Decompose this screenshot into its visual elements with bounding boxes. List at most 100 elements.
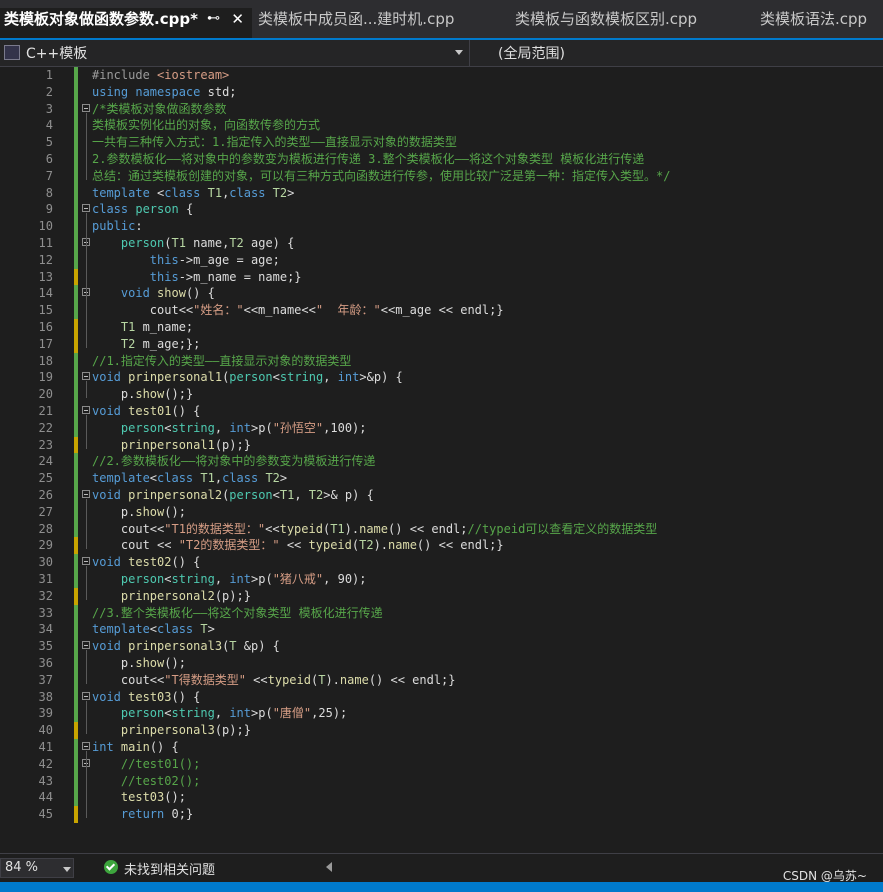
- change-marker: [74, 587, 78, 605]
- code-line[interactable]: 16 T1 m_name;: [0, 319, 883, 336]
- code-line[interactable]: 45 return 0;}: [0, 806, 883, 824]
- line-number: 3: [45, 101, 53, 116]
- code-text: //3.整个类模板化——将这个对象类型 模板化进行传递: [92, 605, 383, 620]
- code-line[interactable]: 44 test03();: [0, 789, 883, 807]
- code-line[interactable]: 4 类模板实例化出的对象，向函数传参的方式: [0, 117, 883, 135]
- fold-guide: [86, 381, 87, 399]
- code-line[interactable]: 14 void show() {: [0, 285, 883, 303]
- code-line[interactable]: 8 template <class T1,class T2>: [0, 184, 883, 202]
- code-line[interactable]: 15 cout<<"姓名："<<m_name<<" 年龄："<<m_age <<…: [0, 302, 883, 320]
- project-dropdown[interactable]: C++模板: [0, 40, 470, 66]
- line-number: 5: [45, 135, 53, 150]
- code-line[interactable]: 20 p.show();}: [0, 386, 883, 404]
- line-number: 44: [38, 790, 53, 805]
- code-line[interactable]: 11 person(T1 name,T2 age) {: [0, 235, 883, 252]
- code-text: class person {: [92, 202, 194, 217]
- fold-toggle-icon[interactable]: [82, 204, 90, 213]
- code-line[interactable]: 36 p.show();: [0, 655, 883, 672]
- code-text: prinpersonal1(p);}: [120, 437, 251, 452]
- code-line[interactable]: 43 //test02();: [0, 772, 883, 790]
- pin-icon[interactable]: ⊷: [207, 8, 220, 30]
- code-line[interactable]: 26 void prinpersonal2(person<T1, T2>& p) …: [0, 487, 883, 504]
- code-line[interactable]: 6 2.参数模板化——将对象中的参数变为模板进行传递 3.整个类模板化——将这个对…: [0, 151, 883, 168]
- code-line[interactable]: 22 person<string, int>p("孙悟空",100);: [0, 419, 883, 437]
- code-text: //2.参数模板化——将对象中的参数变为模板进行传递: [92, 454, 376, 469]
- code-line[interactable]: 32 prinpersonal2(p);}: [0, 587, 883, 605]
- fold-toggle-icon[interactable]: [82, 372, 90, 381]
- code-line[interactable]: 12 this->m_age = age;: [0, 251, 883, 269]
- close-icon[interactable]: ✕: [231, 8, 244, 30]
- code-editor[interactable]: 1 #include <iostream> 2 using namespace std…: [0, 67, 883, 853]
- change-marker: [74, 235, 78, 252]
- fold-toggle-icon[interactable]: [82, 742, 90, 750]
- tab-file-3[interactable]: 类模板与函数模板区别.cpp: [515, 8, 745, 38]
- fold-toggle-icon[interactable]: [82, 406, 90, 414]
- code-line[interactable]: 27 p.show();: [0, 503, 883, 521]
- fold-toggle-icon[interactable]: [82, 490, 90, 498]
- line-number: 30: [38, 555, 53, 570]
- zoom-dropdown[interactable]: 84 %: [0, 858, 74, 878]
- fold-toggle-icon[interactable]: [82, 641, 90, 650]
- code-line[interactable]: 17 T2 m_age;};: [0, 335, 883, 353]
- code-line[interactable]: 19 void prinpersonal1(person<string, int>…: [0, 369, 883, 387]
- code-line[interactable]: 35 void prinpersonal3(T &p) {: [0, 638, 883, 656]
- tab-file-4[interactable]: 类模板语法.cpp: [760, 8, 883, 38]
- code-line[interactable]: 38 void test03() {: [0, 688, 883, 706]
- code-line[interactable]: 5 一共有三种传入方式：1.指定传入的类型——直接显示对象的数据类型: [0, 134, 883, 152]
- code-line[interactable]: 28 cout<<"T1的数据类型："<<typeid(T1).name() <…: [0, 520, 883, 538]
- code-text: p.show();}: [92, 387, 194, 402]
- code-line[interactable]: 10 public:: [0, 218, 883, 236]
- code-text: void test02() {: [92, 555, 201, 570]
- code-line[interactable]: 18 //1.指定传入的类型——直接显示对象的数据类型: [0, 352, 883, 370]
- scroll-left-icon[interactable]: [326, 862, 332, 872]
- line-number: 39: [38, 706, 53, 721]
- change-marker: [74, 621, 78, 639]
- change-marker: [74, 67, 78, 84]
- code-line[interactable]: 40 prinpersonal3(p);}: [0, 722, 883, 740]
- code-line[interactable]: 23 prinpersonal1(p);}: [0, 436, 883, 454]
- code-line[interactable]: 3 /*类模板对象做函数参数: [0, 100, 883, 118]
- line-number: 29: [38, 538, 53, 553]
- change-marker: [74, 655, 78, 672]
- code-line[interactable]: 25 template<class T1,class T2>: [0, 470, 883, 488]
- fold-guide: [86, 700, 87, 735]
- change-marker: [74, 671, 78, 689]
- line-number: 18: [38, 353, 53, 368]
- code-text: cout<<"姓名："<<m_name<<" 年龄："<<m_age << en…: [92, 303, 504, 318]
- code-line[interactable]: 33 //3.整个类模板化——将这个对象类型 模板化进行传递: [0, 604, 883, 622]
- chevron-down-icon[interactable]: [455, 50, 463, 55]
- code-line[interactable]: 7 总结：通过类模板创建的对象，可以有三种方式向函数进行传参，使用比较广泛是第一种…: [0, 167, 883, 185]
- line-number: 19: [38, 370, 53, 385]
- code-line[interactable]: 30 void test02() {: [0, 554, 883, 572]
- line-number: 16: [38, 320, 53, 334]
- code-line[interactable]: 24 //2.参数模板化——将对象中的参数变为模板进行传递: [0, 453, 883, 471]
- change-marker: [74, 537, 78, 555]
- line-number: 22: [38, 420, 53, 435]
- status-bar: 84 % 未找到相关问题 CSDN @乌苏~: [0, 853, 883, 883]
- code-line[interactable]: 37 cout<<"T得数据类型" <<typeid(T).name() << …: [0, 671, 883, 689]
- line-number: 35: [38, 639, 53, 654]
- code-line[interactable]: 31 person<string, int>p("猪八戒", 90);: [0, 571, 883, 588]
- line-number: 14: [38, 286, 53, 301]
- code-line[interactable]: 29 cout << "T2的数据类型：" << typeid(T2).name…: [0, 537, 883, 555]
- line-number: 24: [38, 454, 53, 469]
- code-line[interactable]: 1 #include <iostream>: [0, 67, 883, 84]
- change-marker: [74, 571, 78, 588]
- code-line[interactable]: 9 class person {: [0, 201, 883, 219]
- tab-active-file[interactable]: 类模板对象做函数参数.cpp* ⊷ ✕: [0, 8, 252, 38]
- fold-toggle-icon[interactable]: [82, 691, 90, 700]
- code-line[interactable]: 21 void test01() {: [0, 403, 883, 420]
- code-line[interactable]: 2 using namespace std;: [0, 83, 883, 101]
- code-line[interactable]: 34 template<class T>: [0, 621, 883, 639]
- change-marker: [74, 554, 78, 572]
- code-text: prinpersonal2(p);}: [120, 588, 251, 603]
- fold-toggle-icon[interactable]: [82, 557, 90, 566]
- code-line[interactable]: 39 person<string, int>p("唐僧",25);: [0, 705, 883, 723]
- tab-file-2[interactable]: 类模板中成员函...建时机.cpp: [258, 8, 498, 38]
- code-line[interactable]: 13 this->m_name = name;}: [0, 268, 883, 286]
- code-line[interactable]: 41 int main() {: [0, 739, 883, 756]
- code-line[interactable]: 42 //test01();: [0, 755, 883, 773]
- change-marker: [74, 117, 78, 135]
- chevron-down-icon[interactable]: [63, 867, 71, 872]
- fold-toggle-icon[interactable]: [82, 103, 90, 112]
